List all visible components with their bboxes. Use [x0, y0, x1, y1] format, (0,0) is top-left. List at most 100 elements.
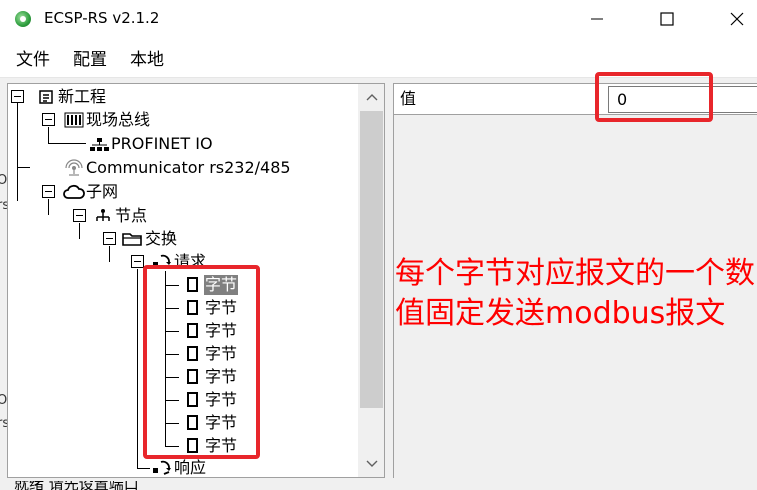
byte-icon: [182, 298, 204, 318]
folder-icon: [122, 229, 144, 249]
tree-label: 交换: [145, 229, 178, 248]
project-tree-panel: 新工程 现场总线 PROFINET IO Communicator rs232/…: [7, 83, 385, 478]
expand-toggle-request[interactable]: [131, 255, 144, 268]
project-tree: 新工程 现场总线 PROFINET IO Communicator rs232/…: [8, 84, 358, 477]
fieldbus-icon: [63, 110, 85, 130]
app-icon: [15, 11, 31, 27]
tree-node-node[interactable]: 节点: [92, 206, 148, 226]
scroll-down-button[interactable]: [358, 451, 384, 477]
menu-local[interactable]: 本地: [130, 50, 164, 70]
maximize-icon: [660, 12, 674, 26]
minimize-icon: [591, 18, 603, 20]
tree-connector: [165, 331, 179, 332]
tree-label: 子网: [86, 182, 119, 201]
tree-label: 字节: [205, 321, 238, 340]
tree-label: Communicator rs232/485: [86, 158, 291, 177]
tree-connector: [165, 377, 179, 378]
tree-connector: [165, 285, 179, 286]
chevron-down-icon: [366, 460, 377, 467]
maximize-button[interactable]: [644, 0, 690, 38]
tree-node-fieldbus[interactable]: 现场总线: [63, 110, 151, 130]
sync-icon: [151, 252, 173, 272]
byte-icon: [182, 390, 204, 410]
tree-label: 字节: [205, 298, 238, 317]
tree-connector: [48, 143, 86, 144]
tree-connector: [137, 269, 138, 468]
tree-scrollbar[interactable]: [358, 84, 384, 477]
tree-node-byte[interactable]: 字节: [182, 344, 238, 364]
close-icon: [730, 12, 744, 26]
tree-connector: [79, 223, 80, 239]
byte-icon: [182, 275, 204, 295]
tree-connector: [165, 423, 179, 424]
menu-file[interactable]: 文件: [16, 50, 50, 70]
byte-icon: [182, 321, 204, 341]
tree-node-profinet[interactable]: PROFINET IO: [88, 134, 214, 154]
tree-node-byte[interactable]: 字节: [182, 367, 238, 387]
tree-connector: [165, 354, 179, 355]
expand-toggle-node[interactable]: [73, 209, 86, 222]
tree-connector: [48, 127, 49, 143]
tree-node-exchange[interactable]: 交换: [122, 229, 178, 249]
network-icon: [88, 134, 110, 154]
antenna-icon: [63, 158, 85, 178]
tree-label: 请求: [174, 252, 207, 271]
expand-toggle-subnet[interactable]: [42, 185, 55, 198]
value-label: 值: [400, 89, 417, 108]
minimize-button[interactable]: [574, 0, 620, 38]
tree-node-byte[interactable]: 字节: [182, 321, 238, 341]
tree-node-byte[interactable]: 字节: [182, 436, 238, 456]
tree-connector: [137, 468, 150, 469]
tree-label: 字节: [205, 413, 238, 432]
expand-toggle-exchange[interactable]: [103, 232, 116, 245]
tree-node-byte[interactable]: 字节: [182, 298, 238, 318]
expand-toggle-fieldbus[interactable]: [42, 113, 55, 126]
tree-node-byte[interactable]: 字节: [182, 275, 239, 295]
title-bar: ECSP-RS v2.1.2: [0, 0, 757, 38]
tree-node-project[interactable]: 新工程: [35, 87, 107, 107]
tree-label: 字节: [205, 367, 238, 386]
tree-label: 字节: [205, 344, 238, 363]
property-row: 值: [394, 84, 757, 115]
expand-toggle-project[interactable]: [11, 90, 24, 103]
byte-icon: [182, 367, 204, 387]
cloud-icon: [63, 182, 85, 202]
tree-label: 现场总线: [86, 110, 151, 129]
sync-icon: [151, 458, 173, 477]
byte-icon: [182, 344, 204, 364]
tree-label: 字节: [205, 390, 238, 409]
status-text: 就绪 请先设置端口: [14, 481, 139, 490]
tree-node-byte[interactable]: 字节: [182, 390, 238, 410]
tree-connector: [48, 199, 49, 215]
tree-connector: [17, 167, 30, 168]
tree-connector: [165, 271, 166, 446]
tree-connector: [109, 246, 110, 262]
tree-label: 字节: [204, 275, 239, 295]
tree-label: 节点: [115, 206, 148, 225]
menu-config[interactable]: 配置: [73, 50, 107, 70]
project-icon: [35, 87, 57, 107]
tree-connector: [165, 400, 179, 401]
status-bar: 就绪 请先设置端口: [0, 481, 757, 490]
tree-label: 新工程: [58, 87, 107, 106]
tree-connector: [165, 446, 179, 447]
hierarchy-icon: [92, 206, 114, 226]
annotation-text: 每个字节对应报文的一个数值固定发送modbus报文: [395, 256, 755, 331]
byte-icon: [182, 436, 204, 456]
background-window-edge: O rs O rs: [0, 83, 9, 483]
tree-label: PROFINET IO: [111, 134, 213, 153]
tree-node-subnet[interactable]: 子网: [63, 182, 119, 202]
tree-label: 字节: [205, 436, 238, 455]
window-title: ECSP-RS v2.1.2: [44, 9, 160, 27]
scroll-thumb[interactable]: [360, 111, 383, 408]
tree-node-communicator[interactable]: Communicator rs232/485: [63, 158, 292, 178]
scroll-up-button[interactable]: [358, 84, 384, 110]
close-button[interactable]: [714, 0, 757, 38]
tree-node-response[interactable]: 响应: [151, 458, 207, 477]
tree-node-byte[interactable]: 字节: [182, 413, 238, 433]
tree-node-request[interactable]: 请求: [151, 252, 207, 272]
tree-connector: [165, 308, 179, 309]
tree-connector: [17, 103, 18, 201]
value-field[interactable]: [608, 86, 757, 113]
chevron-up-icon: [366, 94, 377, 101]
